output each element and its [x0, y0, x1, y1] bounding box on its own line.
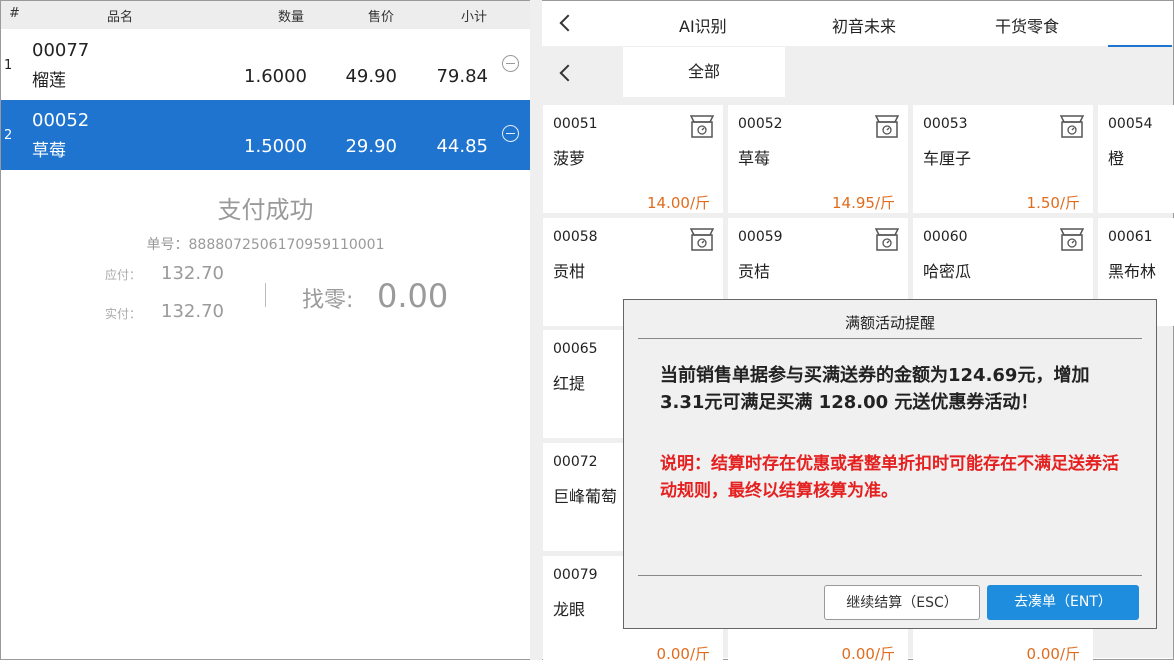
- paid-value: 132.70: [161, 301, 224, 322]
- weighing-scale-icon: [1059, 226, 1085, 251]
- product-name: 黑布林: [1108, 262, 1157, 281]
- weighing-scale-icon: [689, 226, 715, 251]
- dialog-divider: [638, 575, 1142, 576]
- product-name: 车厘子: [923, 149, 972, 168]
- promo-reminder-dialog: 满额活动提醒 当前销售单据参与买满送券的金额为124.69元，增加3.31元可满…: [623, 299, 1157, 629]
- row-qty: 1.6000: [244, 66, 307, 87]
- category-nav: AI识别 初音未来 干货零食: [542, 1, 1173, 47]
- weighing-scale-icon: [689, 113, 715, 138]
- change-value: 0.00: [377, 277, 449, 315]
- product-price: 14.00/斤: [647, 194, 710, 212]
- product-price: 0.00/斤: [841, 645, 895, 663]
- product-code: 00059: [738, 229, 783, 245]
- subcategory-nav: 全部: [542, 47, 1173, 97]
- col-subtotal: 小计: [461, 10, 488, 25]
- col-name: 品名: [107, 10, 134, 25]
- tab-all[interactable]: 全部: [623, 47, 785, 97]
- product-card[interactable]: 00054 橙: [1098, 105, 1174, 213]
- col-index: #: [9, 6, 20, 21]
- cart-row-selected[interactable]: 2 00052 草莓 1.5000 29.90 44.85: [1, 100, 530, 170]
- add-items-button[interactable]: 去凑单（ENT）: [987, 585, 1139, 620]
- row-subtotal: 44.85: [436, 136, 488, 157]
- weighing-scale-icon: [874, 113, 900, 138]
- divider: [265, 283, 266, 307]
- product-price: 0.00/斤: [656, 645, 710, 663]
- dialog-title: 满额活动提醒: [844, 314, 935, 332]
- row-name: 草莓: [32, 141, 66, 161]
- row-code: 00052: [32, 110, 90, 131]
- remove-item-icon[interactable]: [502, 125, 519, 142]
- product-card[interactable]: 00052 草莓 14.95/斤: [728, 105, 908, 213]
- back-arrow-icon[interactable]: [559, 64, 577, 82]
- panel-divider: [530, 0, 542, 660]
- order-number: 单号：8888072506170959110001: [146, 237, 385, 253]
- dialog-note: 说明：结算时存在优惠或者整单折扣时可能存在不满足送券活动规则，最终以结算核算为准…: [660, 454, 1119, 501]
- product-name: 草莓: [738, 149, 771, 168]
- product-name: 巨峰葡萄: [553, 487, 618, 506]
- product-price: 14.95/斤: [832, 194, 895, 212]
- cart-panel: # 品名 数量 售价 小计 1 00077 榴莲 1.6000 49.90 79…: [1, 1, 530, 658]
- payment-status: 支付成功: [217, 196, 314, 224]
- dialog-message: 当前销售单据参与买满送券的金额为124.69元，增加3.31元可满足买满 128…: [660, 365, 1090, 413]
- cart-row[interactable]: 1 00077 榴莲 1.6000 49.90 79.84: [1, 30, 530, 100]
- product-name: 橙: [1108, 149, 1125, 168]
- product-price: 0.00/斤: [1026, 645, 1080, 663]
- row-price: 49.90: [345, 66, 397, 87]
- cart-table-header: # 品名 数量 售价 小计: [1, 1, 530, 29]
- change-label: 找零:: [302, 288, 354, 313]
- product-code: 00060: [923, 229, 968, 245]
- col-qty: 数量: [278, 10, 305, 25]
- product-name: 贡柑: [553, 262, 586, 281]
- product-code: 00051: [553, 116, 598, 132]
- tab-ai[interactable]: AI识别: [679, 13, 727, 37]
- product-code: 00052: [738, 116, 783, 132]
- product-card[interactable]: 00053 车厘子 1.50/斤: [913, 105, 1093, 213]
- tab-category-2[interactable]: 初音未来: [832, 13, 896, 37]
- product-name: 哈密瓜: [923, 262, 972, 281]
- product-name: 贡桔: [738, 262, 771, 281]
- product-code: 00061: [1108, 229, 1153, 245]
- dialog-divider: [638, 338, 1142, 339]
- product-price: 1.50/斤: [1026, 194, 1080, 212]
- product-code: 00072: [553, 454, 598, 470]
- continue-checkout-button[interactable]: 继续结算（ESC）: [824, 585, 980, 620]
- product-code: 00058: [553, 229, 598, 245]
- back-arrow-icon[interactable]: [559, 14, 577, 32]
- product-name: 红提: [553, 374, 586, 393]
- paid-label: 实付：: [105, 307, 142, 321]
- row-subtotal: 79.84: [436, 66, 488, 87]
- row-index: 2: [4, 128, 13, 143]
- product-code: 00079: [553, 567, 598, 583]
- product-card[interactable]: 00051 菠萝 14.00/斤: [543, 105, 723, 213]
- row-price: 29.90: [345, 136, 397, 157]
- remove-item-icon[interactable]: [502, 55, 519, 72]
- col-price: 售价: [368, 10, 395, 25]
- product-code: 00053: [923, 116, 968, 132]
- row-code: 00077: [32, 40, 90, 61]
- row-name: 榴莲: [32, 71, 66, 91]
- product-name: 龙眼: [553, 600, 586, 619]
- row-qty: 1.5000: [244, 136, 307, 157]
- row-index: 1: [4, 58, 13, 73]
- product-code: 00054: [1108, 116, 1153, 132]
- product-name: 菠萝: [553, 149, 586, 168]
- due-label: 应付：: [105, 268, 142, 282]
- weighing-scale-icon: [1059, 113, 1085, 138]
- due-value: 132.70: [161, 263, 224, 284]
- weighing-scale-icon: [874, 226, 900, 251]
- tab-category-3[interactable]: 干货零食: [995, 13, 1059, 37]
- product-code: 00065: [553, 341, 598, 357]
